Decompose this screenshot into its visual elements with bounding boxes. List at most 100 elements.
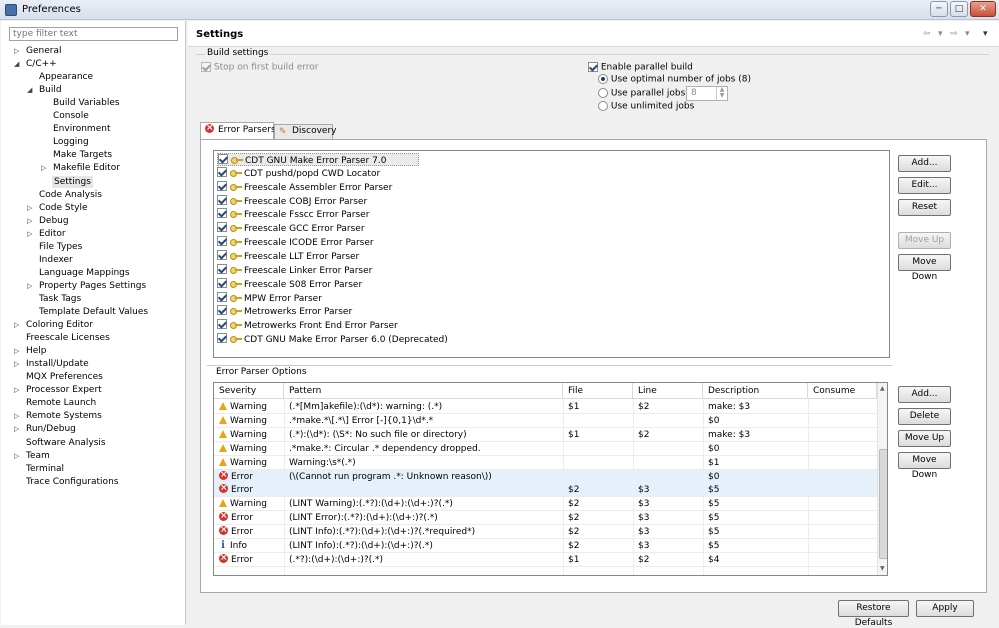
filter-input[interactable] bbox=[9, 27, 178, 41]
parser-enabled-checkbox[interactable] bbox=[217, 180, 227, 191]
parser-list-item[interactable]: Freescale Fsscc Error Parser bbox=[217, 208, 369, 221]
parser-enabled-checkbox[interactable] bbox=[217, 166, 227, 177]
table-row[interactable]: Error (\(Cannot run program .*: Unknown r… bbox=[214, 469, 877, 484]
parser-enabled-checkbox[interactable] bbox=[217, 222, 227, 233]
parser-move-down-button[interactable]: Move Down bbox=[898, 254, 951, 282]
parallel-jobs-radio[interactable]: Use parallel jobs: bbox=[598, 88, 688, 99]
parser-reset-button[interactable]: Reset bbox=[898, 199, 951, 216]
stop-on-first-error-checkbox[interactable]: Stop on first build error bbox=[201, 62, 319, 73]
expand-arrow-icon[interactable]: ▷ bbox=[27, 202, 32, 214]
parser-name: CDT GNU Make Error Parser 6.0 (Deprecate… bbox=[244, 335, 448, 346]
parser-edit-button[interactable]: Edit... bbox=[898, 177, 951, 194]
parser-list-item[interactable]: Metrowerks Error Parser bbox=[217, 305, 352, 318]
maximize-button[interactable]: □ bbox=[950, 1, 968, 17]
parser-list-item[interactable]: CDT pushd/popd CWD Locator bbox=[217, 166, 380, 180]
parser-list-item[interactable]: Freescale Assembler Error Parser bbox=[217, 180, 392, 194]
parser-list-item[interactable]: CDT GNU Make Error Parser 6.0 (Deprecate… bbox=[217, 333, 448, 346]
parser-enabled-checkbox[interactable] bbox=[217, 263, 227, 274]
table-row[interactable]: Error (.*?):(\d+):(\d+:)?(.*) $1 $2 $4 bbox=[214, 553, 877, 567]
table-row[interactable]: Warning .*make.*: Circular .* dependency … bbox=[214, 442, 877, 456]
parser-enabled-checkbox[interactable] bbox=[218, 154, 228, 164]
parser-enabled-checkbox[interactable] bbox=[217, 277, 227, 288]
parser-list-item[interactable]: Freescale ICODE Error Parser bbox=[217, 236, 374, 249]
parser-enabled-checkbox[interactable] bbox=[217, 305, 227, 316]
options-scrollbar[interactable]: ▲ ▼ bbox=[877, 383, 887, 575]
collapse-arrow-icon[interactable]: ◢ bbox=[27, 84, 32, 96]
restore-defaults-button[interactable]: Restore Defaults bbox=[838, 600, 909, 628]
spinner-arrows-icon[interactable]: ▲ ▼ bbox=[716, 87, 727, 100]
expand-arrow-icon[interactable]: ▷ bbox=[27, 280, 32, 292]
parser-list-item[interactable]: Metrowerks Front End Error Parser bbox=[217, 319, 398, 332]
table-row[interactable]: Warning (.*[Mm]akefile):(\d*): warning: (… bbox=[214, 400, 877, 414]
table-row[interactable]: Error (LINT Error):(.*?):(\d+):(\d+:)?(.*… bbox=[214, 511, 877, 526]
parser-list-item[interactable]: Freescale Linker Error Parser bbox=[217, 263, 373, 277]
collapse-arrow-icon[interactable]: ◢ bbox=[14, 58, 19, 70]
menu-dropdown-icon[interactable]: ▾ bbox=[938, 29, 943, 39]
expand-arrow-icon[interactable]: ▷ bbox=[14, 384, 19, 396]
table-row[interactable]: Warning Warning:\s*(.*) $1 bbox=[214, 456, 877, 470]
error-parser-list[interactable]: CDT GNU Make Error Parser 7.0 CDT pushd/p… bbox=[213, 150, 890, 358]
column-header[interactable]: Consume bbox=[808, 383, 877, 399]
tab-error-parsers[interactable]: Error Parsers bbox=[200, 121, 276, 139]
parser-list-item[interactable]: MPW Error Parser bbox=[217, 291, 322, 305]
parser-list-item[interactable]: CDT GNU Make Error Parser 7.0 bbox=[217, 153, 419, 166]
table-row[interactable]: Warning .*make.*\[.*\] Error [-]{0,1}\d*.… bbox=[214, 414, 877, 428]
close-button[interactable]: ✕ bbox=[970, 1, 996, 17]
table-row[interactable]: Warning (.*):(\d*): (\S*: No such file or… bbox=[214, 428, 877, 442]
column-header[interactable]: Severity bbox=[214, 383, 284, 399]
column-header[interactable]: File bbox=[563, 383, 633, 399]
file-cell bbox=[568, 414, 632, 428]
expand-arrow-icon[interactable]: ▷ bbox=[27, 215, 32, 227]
scroll-up-arrow-icon[interactable]: ▲ bbox=[880, 385, 885, 392]
expand-arrow-icon[interactable]: ▷ bbox=[41, 162, 46, 174]
parser-name: Freescale Linker Error Parser bbox=[244, 265, 373, 276]
scrollbar-thumb[interactable] bbox=[879, 449, 887, 559]
parser-enabled-checkbox[interactable] bbox=[217, 236, 227, 247]
option-delete-button[interactable]: Delete bbox=[898, 408, 951, 425]
expand-arrow-icon[interactable]: ▷ bbox=[14, 423, 19, 435]
parallel-jobs-spinner[interactable]: 8 ▲ ▼ bbox=[686, 86, 728, 101]
option-add-button[interactable]: Add... bbox=[898, 386, 951, 403]
parser-enabled-checkbox[interactable] bbox=[217, 333, 227, 344]
tree-item-label: Trace Configurations bbox=[26, 476, 119, 487]
parser-enabled-checkbox[interactable] bbox=[217, 208, 227, 219]
parser-add-button[interactable]: Add... bbox=[898, 155, 951, 172]
expand-arrow-icon[interactable]: ▷ bbox=[14, 319, 19, 331]
table-row[interactable]: i Info (LINT Info):(.*?):(\d+):(\d+:)?(.*)… bbox=[214, 539, 877, 553]
unlimited-jobs-radio[interactable]: Use unlimited jobs bbox=[598, 101, 694, 112]
optimal-jobs-radio[interactable]: Use optimal number of jobs (8) bbox=[598, 74, 751, 85]
expand-arrow-icon[interactable]: ▷ bbox=[14, 345, 19, 357]
scroll-down-arrow-icon[interactable]: ▼ bbox=[880, 565, 885, 572]
option-move-up-button[interactable]: Move Up bbox=[898, 430, 951, 447]
parser-list-item[interactable]: Freescale COBJ Error Parser bbox=[217, 194, 367, 208]
parser-enabled-checkbox[interactable] bbox=[217, 291, 227, 302]
parser-enabled-checkbox[interactable] bbox=[217, 319, 227, 330]
table-row[interactable]: Error $2 $3 $5 bbox=[214, 483, 877, 498]
minimize-button[interactable]: ─ bbox=[930, 1, 948, 17]
parser-enabled-checkbox[interactable] bbox=[217, 194, 227, 205]
expand-arrow-icon[interactable]: ▷ bbox=[14, 450, 19, 462]
menu-dropdown-icon[interactable]: ▾ bbox=[965, 29, 970, 39]
parser-move-up-button[interactable]: Move Up bbox=[898, 232, 951, 249]
column-header[interactable]: Pattern bbox=[284, 383, 563, 399]
parser-list-item[interactable]: Freescale S08 Error Parser bbox=[217, 277, 362, 291]
column-header[interactable]: Description bbox=[703, 383, 808, 399]
expand-arrow-icon[interactable]: ▷ bbox=[27, 228, 32, 240]
error-parser-options-table[interactable]: Severity Pattern File Line Description Consum… bbox=[213, 382, 888, 576]
tab-discovery[interactable]: ✎ Discovery bbox=[274, 124, 336, 139]
expand-arrow-icon[interactable]: ▷ bbox=[14, 410, 19, 422]
enable-parallel-build-checkbox[interactable]: Enable parallel build bbox=[588, 62, 693, 73]
parser-list-item[interactable]: Freescale LLT Error Parser bbox=[217, 249, 359, 263]
table-row[interactable]: Error (LINT Info):(.*?):(\d+):(\d+:)?(.*r… bbox=[214, 525, 877, 540]
apply-button[interactable]: Apply bbox=[916, 600, 974, 617]
expand-arrow-icon[interactable]: ▷ bbox=[14, 45, 19, 57]
parser-enabled-checkbox[interactable] bbox=[217, 249, 227, 260]
option-move-down-button[interactable]: Move Down bbox=[898, 452, 951, 480]
forward-arrow-icon[interactable]: ⇨ bbox=[950, 29, 958, 39]
view-menu-icon[interactable]: ▾ bbox=[983, 29, 988, 39]
parser-list-item[interactable]: Freescale GCC Error Parser bbox=[217, 222, 365, 235]
column-header[interactable]: Line bbox=[633, 383, 703, 399]
table-row[interactable]: Warning (LINT Warning):(.*?):(\d+):(\d+:)… bbox=[214, 497, 877, 512]
back-arrow-icon[interactable]: ⇦ bbox=[923, 29, 931, 39]
expand-arrow-icon[interactable]: ▷ bbox=[14, 358, 19, 370]
